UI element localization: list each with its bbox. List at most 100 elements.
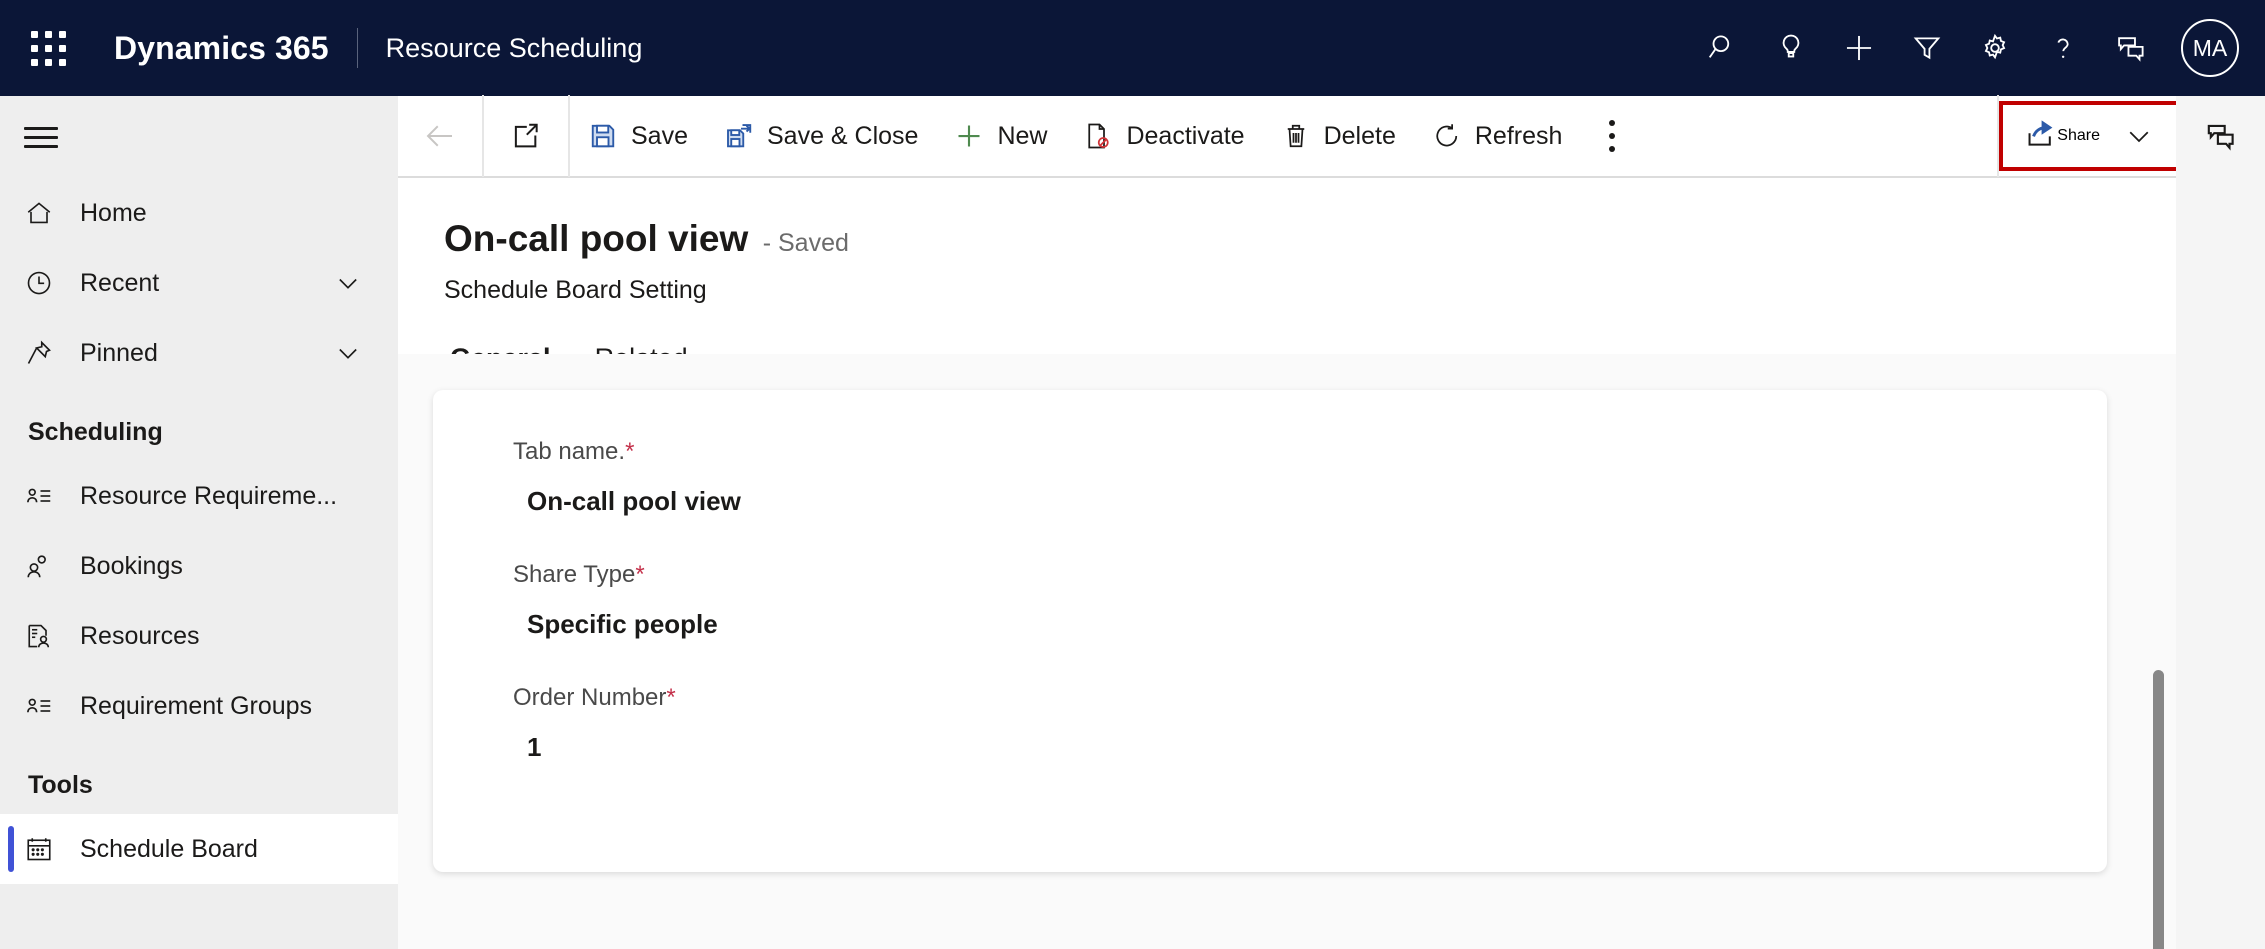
sidebar-item-recent[interactable]: Recent — [0, 248, 398, 318]
field-value[interactable]: Specific people — [527, 609, 2107, 640]
filter-button[interactable] — [1893, 0, 1961, 96]
chat-icon — [2207, 124, 2234, 151]
share-button[interactable]: Share — [1999, 95, 2182, 177]
help-button[interactable] — [2029, 0, 2097, 96]
entity-name: Schedule Board Setting — [444, 276, 707, 304]
sidebar-group-header-tools: Tools — [28, 771, 93, 799]
page-title: On-call pool view — [444, 218, 749, 259]
field-label-text: Order Number — [513, 684, 667, 711]
save-and-close-button[interactable]: Save & Close — [706, 95, 936, 177]
search-button[interactable] — [1689, 0, 1757, 96]
people-icon — [24, 551, 68, 581]
sidebar-item-label: Recent — [80, 268, 160, 297]
field-tab-name: Tab name.* On-call pool view — [513, 438, 2107, 517]
waffle-icon — [30, 30, 66, 66]
refresh-icon — [1432, 121, 1462, 151]
save-close-icon — [724, 121, 754, 151]
app-launcher-button[interactable] — [0, 0, 96, 96]
sidebar-item-requirement-groups[interactable]: Requirement Groups — [0, 671, 398, 741]
app-name[interactable]: Resource Scheduling — [386, 33, 643, 64]
ellipsis-icon — [1609, 120, 1616, 126]
settings-button[interactable] — [1961, 0, 2029, 96]
sidebar-group-header-scheduling: Scheduling — [28, 418, 163, 446]
form-body: Tab name.* On-call pool view Share Type*… — [398, 354, 2176, 949]
chevron-down-icon[interactable] — [334, 269, 362, 297]
sidebar-item-bookings[interactable]: Bookings — [0, 531, 398, 601]
clock-icon — [24, 268, 68, 298]
quick-create-button[interactable] — [1825, 0, 1893, 96]
main-content: Save Save & Close New Deactivate Delete … — [398, 95, 2182, 949]
sidebar-item-label: Bookings — [80, 551, 183, 580]
brand-title[interactable]: Dynamics 365 — [114, 30, 329, 67]
delete-label: Delete — [1323, 121, 1396, 150]
save-and-close-label: Save & Close — [766, 121, 919, 150]
chevron-down-icon[interactable] — [2124, 121, 2154, 151]
required-marker: * — [625, 438, 635, 465]
nav-toggle-button[interactable] — [0, 96, 398, 178]
calendar-icon — [24, 834, 68, 864]
share-label: Share — [2057, 127, 2100, 144]
delete-button[interactable]: Delete — [1263, 95, 1414, 177]
save-button[interactable]: Save — [570, 95, 706, 177]
sidebar-item-home[interactable]: Home — [0, 178, 398, 248]
brand-divider — [356, 28, 358, 68]
refresh-button[interactable]: Refresh — [1414, 95, 1581, 177]
field-label: Order Number* — [513, 684, 2107, 712]
field-label: Tab name.* — [513, 438, 2107, 466]
question-icon — [2057, 38, 2069, 58]
lightbulb-icon — [1782, 34, 1800, 58]
sidebar-item-label: Resources — [80, 621, 200, 650]
sidebar-item-label: Home — [80, 198, 147, 227]
save-label: Save — [631, 121, 688, 150]
vertical-scrollbar[interactable] — [2153, 670, 2164, 949]
sidebar-item-label: Resource Requireme... — [80, 481, 338, 510]
required-marker: * — [666, 684, 676, 711]
record-header: On-call pool view - Saved Schedule Board… — [398, 178, 2176, 305]
chevron-down-icon[interactable] — [334, 339, 362, 367]
sidebar-item-pinned[interactable]: Pinned — [0, 318, 398, 388]
sidebar: Home Recent Pinned Scheduling Resource R… — [0, 96, 398, 949]
avatar[interactable]: MA — [2181, 19, 2239, 77]
required-marker: * — [635, 561, 645, 588]
search-icon — [1708, 35, 1730, 58]
sidebar-item-label: Schedule Board — [80, 834, 258, 863]
popout-icon — [514, 123, 538, 148]
contact-list-icon — [24, 481, 68, 511]
pin-icon — [24, 338, 68, 368]
field-value[interactable]: 1 — [527, 732, 2107, 763]
feedback-button[interactable] — [2097, 0, 2165, 96]
deactivate-icon — [1083, 121, 1113, 151]
arrow-left-icon — [426, 125, 452, 147]
field-label-text: Tab name. — [513, 438, 626, 465]
resource-icon — [24, 621, 68, 651]
field-share-type: Share Type* Specific people — [513, 561, 2107, 640]
sidebar-item-resources[interactable]: Resources — [0, 601, 398, 671]
command-bar-right: Share — [1997, 95, 2182, 177]
share-icon — [2025, 118, 2057, 155]
gear-icon — [1984, 33, 2006, 60]
filter-icon — [1913, 37, 1941, 60]
deactivate-label: Deactivate — [1126, 121, 1245, 150]
save-status: - Saved — [762, 229, 849, 257]
assistant-button[interactable] — [1757, 0, 1825, 96]
save-icon — [588, 121, 618, 151]
deactivate-button[interactable]: Deactivate — [1065, 95, 1262, 177]
app-root: Dynamics 365 Resource Scheduling MA Home… — [0, 0, 2265, 949]
conversations-button[interactable] — [2176, 96, 2265, 178]
new-button[interactable]: New — [936, 95, 1065, 177]
top-navigation-bar: Dynamics 365 Resource Scheduling MA — [0, 0, 2265, 96]
field-label: Share Type* — [513, 561, 2107, 589]
more-commands-button[interactable] — [1580, 95, 1644, 177]
sidebar-item-resource-requirements[interactable]: Resource Requireme... — [0, 461, 398, 531]
sidebar-item-schedule-board[interactable]: Schedule Board — [0, 814, 398, 884]
sidebar-item-label: Pinned — [80, 338, 158, 367]
popout-button[interactable] — [484, 95, 568, 177]
command-bar: Save Save & Close New Deactivate Delete … — [398, 95, 2182, 178]
new-label: New — [997, 121, 1048, 150]
trash-icon — [1281, 121, 1311, 151]
hamburger-icon — [24, 121, 58, 154]
field-value[interactable]: On-call pool view — [527, 486, 2107, 517]
form-card: Tab name.* On-call pool view Share Type*… — [433, 390, 2107, 872]
back-button[interactable] — [398, 95, 482, 177]
home-icon — [24, 198, 68, 228]
